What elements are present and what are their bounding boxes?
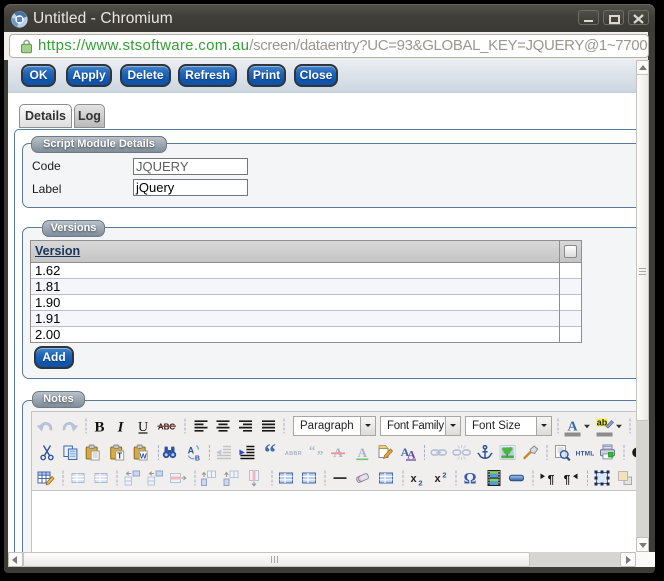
svg-text:B: B	[94, 420, 104, 436]
svg-text:A: A	[567, 420, 578, 435]
svg-text:ABC: ABC	[158, 423, 176, 432]
svg-text:I: I	[117, 420, 125, 436]
